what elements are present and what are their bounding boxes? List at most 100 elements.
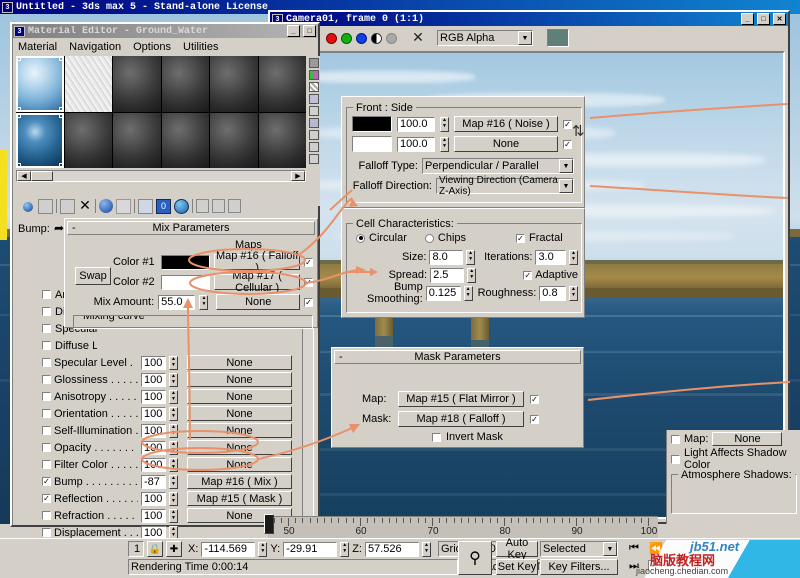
- show-end-result-icon[interactable]: 0: [156, 199, 171, 214]
- map-enable-checkbox[interactable]: ✓: [42, 494, 51, 503]
- falloff-value1-spinner[interactable]: ▲▼: [440, 117, 449, 132]
- invert-mask-row[interactable]: Invert Mask: [432, 431, 503, 443]
- monochrome-icon[interactable]: [386, 33, 397, 44]
- map-slot-button[interactable]: None: [187, 372, 292, 387]
- go-to-parent-icon[interactable]: [212, 199, 225, 213]
- scrollbar-thumb[interactable]: [31, 171, 53, 181]
- map-slot-button[interactable]: Map #16 ( Mix ): [187, 474, 292, 489]
- maps-row[interactable]: Anisotropy . . . . .100▲▼None: [42, 388, 292, 405]
- map-amount-field[interactable]: -87: [141, 475, 166, 489]
- map-amount-field[interactable]: 100: [141, 441, 166, 455]
- map-amount-field[interactable]: 100: [141, 356, 166, 370]
- maps-row[interactable]: Self-Illumination .100▲▼None: [42, 422, 292, 439]
- make-material-unique-icon[interactable]: [196, 199, 209, 213]
- sample-slot-9[interactable]: [113, 113, 161, 169]
- sample-slot-6[interactable]: [259, 56, 307, 112]
- render-maximize-button[interactable]: □: [757, 13, 770, 25]
- chips-radio[interactable]: [425, 234, 434, 243]
- mask-map-button[interactable]: Map #15 ( Flat Mirror ): [398, 391, 524, 407]
- maps-row-diffuse-level[interactable]: Diffuse Level: [42, 337, 292, 354]
- falloff-map2-button[interactable]: None: [454, 136, 558, 152]
- sample-type-icon[interactable]: [309, 58, 319, 68]
- map-amount-field[interactable]: 100: [141, 492, 166, 506]
- mix-parameters-panel[interactable]: - Mix Parameters Maps Swap Color #1 Map …: [64, 218, 318, 328]
- maps-row[interactable]: Filter Color . . . . .100▲▼None: [42, 456, 292, 473]
- material-editor-maximize-button[interactable]: □: [303, 25, 316, 37]
- map-enable-checkbox[interactable]: [42, 392, 51, 401]
- map-slot-button[interactable]: None: [187, 406, 292, 421]
- sample-slot-1[interactable]: [16, 56, 64, 112]
- map-enable-checkbox[interactable]: [42, 460, 51, 469]
- set-key-button[interactable]: Set Key: [496, 559, 538, 575]
- chevron-down-icon[interactable]: ▼: [559, 159, 573, 173]
- scroll-left-button[interactable]: ◀: [17, 171, 31, 181]
- app-system-icon[interactable]: 3: [2, 2, 13, 13]
- mix-map1-checkbox[interactable]: ✓: [304, 258, 313, 267]
- map-amount-spinner[interactable]: ▲▼: [169, 373, 178, 387]
- mix-map1-button[interactable]: Map #16 ( Falloff ): [214, 254, 300, 270]
- map-amount-spinner[interactable]: ▲▼: [169, 475, 178, 489]
- sample-slot-vertical-toolbar[interactable]: [308, 56, 320, 206]
- sample-slot-2[interactable]: [65, 56, 113, 112]
- map-slot-button[interactable]: None: [187, 457, 292, 472]
- time-slider[interactable]: [264, 514, 274, 534]
- map-enable-checkbox[interactable]: ✓: [42, 477, 51, 486]
- background-icon[interactable]: [309, 82, 319, 92]
- absolute-relative-icon[interactable]: ✚: [166, 541, 182, 557]
- map-amount-field[interactable]: 100: [141, 509, 166, 523]
- specular-checkbox[interactable]: [42, 324, 51, 333]
- sample-slot-5[interactable]: [210, 56, 258, 112]
- swap-button[interactable]: Swap: [75, 267, 111, 285]
- map-amount-spinner[interactable]: ▲▼: [169, 509, 178, 523]
- map-amount-spinner[interactable]: ▲▼: [169, 458, 178, 472]
- backlight-icon[interactable]: [309, 70, 319, 80]
- z-spinner[interactable]: ▲▼: [422, 542, 431, 557]
- map-amount-field[interactable]: 100: [141, 424, 166, 438]
- sample-slot-4[interactable]: [162, 56, 210, 112]
- falloff-value1-field[interactable]: 100.0: [397, 117, 435, 132]
- map-slot-button[interactable]: None: [187, 440, 292, 455]
- map-slot-button[interactable]: None: [187, 423, 292, 438]
- sample-slot-7[interactable]: [16, 113, 64, 169]
- map-amount-spinner[interactable]: ▲▼: [169, 356, 178, 370]
- sample-slot-10[interactable]: [162, 113, 210, 169]
- maps-row[interactable]: Opacity . . . . . . . .100▲▼None: [42, 439, 292, 456]
- map-slot-button[interactable]: Map #15 ( Mask ): [187, 491, 292, 506]
- chevron-down-icon[interactable]: ▼: [559, 179, 573, 193]
- map-enable-checkbox[interactable]: [42, 375, 51, 384]
- mask-parameters-rollup-header[interactable]: - Mask Parameters: [334, 350, 581, 364]
- roughness-spinner[interactable]: ▲▼: [569, 286, 578, 301]
- falloff-parameters-panel[interactable]: Front : Side 100.0 ▲▼ Map #16 ( Noise ) …: [341, 96, 585, 208]
- mask-mask-button[interactable]: Map #18 ( Falloff ): [398, 411, 524, 427]
- map-enable-checkbox[interactable]: [42, 528, 51, 537]
- mask-mask-checkbox[interactable]: ✓: [530, 415, 539, 424]
- auto-key-button[interactable]: Auto Key: [496, 541, 538, 557]
- collapse-icon[interactable]: -: [72, 222, 76, 234]
- invert-mask-checkbox[interactable]: [432, 433, 441, 442]
- maps-row[interactable]: Orientation . . . . .100▲▼None: [42, 405, 292, 422]
- map-button[interactable]: None: [712, 432, 782, 446]
- falloff-map1-checkbox[interactable]: ✓: [563, 120, 572, 129]
- map-enable-checkbox[interactable]: [42, 426, 51, 435]
- sample-slots[interactable]: [16, 56, 306, 168]
- delete-icon[interactable]: ✕: [78, 199, 92, 213]
- map-amount-field[interactable]: 100: [141, 390, 166, 404]
- video-color-check-icon[interactable]: [309, 106, 319, 116]
- menu-material[interactable]: Material: [18, 41, 57, 53]
- map-slot-button[interactable]: None: [187, 355, 292, 370]
- menu-navigation[interactable]: Navigation: [69, 41, 121, 53]
- y-field[interactable]: -29.91: [283, 542, 337, 557]
- map-amount-field[interactable]: 100: [141, 373, 166, 387]
- mix-map2-checkbox[interactable]: ✓: [304, 278, 313, 287]
- size-spinner[interactable]: ▲▼: [466, 250, 475, 265]
- falloff-color2-swatch[interactable]: [352, 136, 392, 152]
- collapse-icon[interactable]: -: [339, 351, 343, 363]
- map-enable-checkbox[interactable]: [42, 511, 51, 520]
- maps-row[interactable]: ✓Bump . . . . . . . . .-87▲▼Map #16 ( Mi…: [42, 473, 292, 490]
- alpha-channel-icon[interactable]: [371, 33, 382, 44]
- falloff-color1-swatch[interactable]: [352, 116, 392, 132]
- put-to-library-icon[interactable]: [99, 199, 113, 213]
- material-editor-minimize-button[interactable]: _: [287, 25, 300, 37]
- size-field[interactable]: 8.0: [429, 250, 463, 265]
- mix-map2-button[interactable]: Map #17 ( Cellular ): [214, 274, 300, 290]
